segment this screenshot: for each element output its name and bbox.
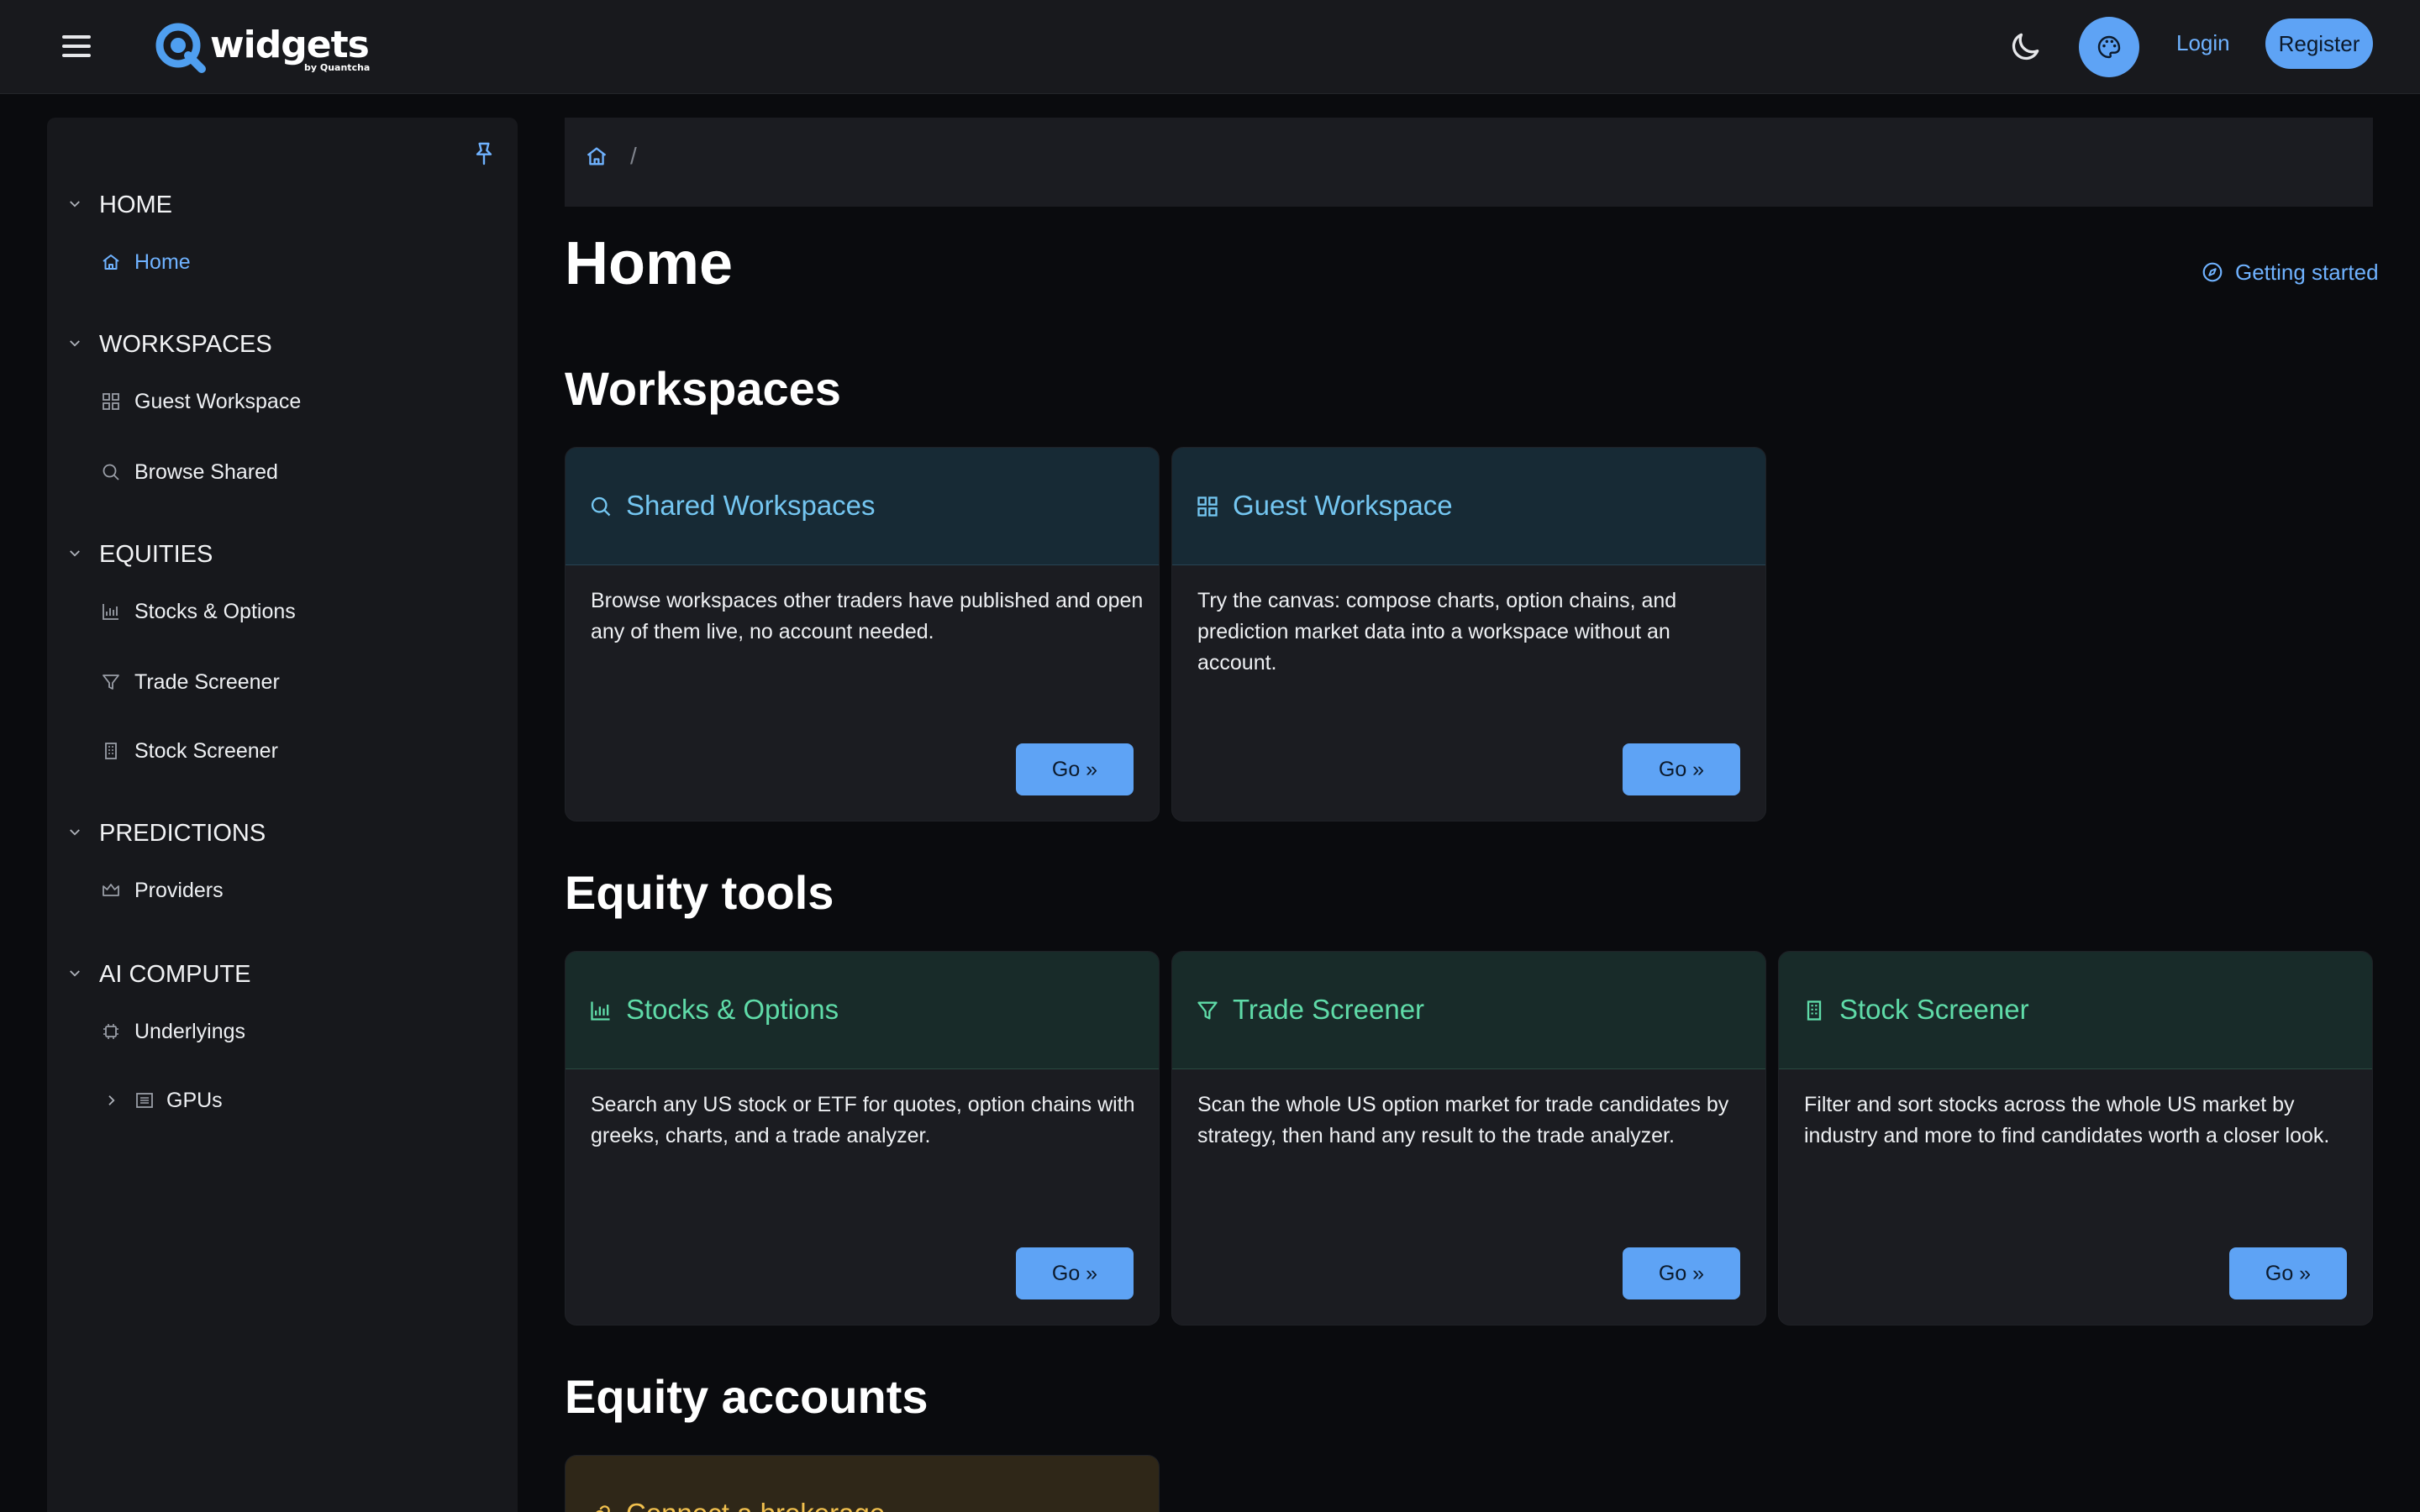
building-icon bbox=[1807, 1000, 1822, 1021]
card-title: Stock Screener bbox=[1839, 994, 2029, 1025]
link-icon bbox=[596, 1505, 610, 1512]
sidebar-section-predictions[interactable]: PREDICTIONS bbox=[47, 815, 518, 852]
sidebar-section-ai-compute[interactable]: AI COMPUTE bbox=[47, 956, 518, 993]
card-description: Scan the whole US option market for trad… bbox=[1197, 1093, 1729, 1147]
moon-icon[interactable] bbox=[2007, 29, 2044, 66]
card-header: Guest Workspace bbox=[1172, 448, 1765, 565]
sidebar-item-stocks-options[interactable]: Stocks & Options bbox=[47, 593, 518, 630]
sidebar: HOME Home WORKSPACES Guest Workspace Bro… bbox=[47, 118, 518, 1512]
sidebar-item-providers[interactable]: Providers bbox=[47, 872, 518, 909]
grid-icon bbox=[103, 393, 119, 410]
section-title-equity-accounts: Equity accounts bbox=[565, 1370, 929, 1423]
sidebar-item-label: Stock Screener bbox=[134, 739, 278, 763]
sidebar-item-browse-shared[interactable]: Browse Shared bbox=[47, 454, 518, 491]
card-shared-workspaces: Shared Workspaces Browse workspaces othe… bbox=[565, 447, 1160, 822]
sidebar-section-title: EQUITIES bbox=[99, 541, 213, 568]
card-title: Stocks & Options bbox=[626, 994, 839, 1025]
palette-button[interactable] bbox=[2079, 17, 2139, 77]
sidebar-section-workspaces[interactable]: WORKSPACES bbox=[47, 326, 518, 363]
card-title: Guest Workspace bbox=[1233, 490, 1453, 521]
sidebar-item-label: Trade Screener bbox=[134, 670, 280, 694]
register-button[interactable]: Register bbox=[2265, 18, 2373, 69]
grid-icon bbox=[1197, 496, 1218, 517]
card-title: Trade Screener bbox=[1233, 994, 1425, 1025]
card-header: Connect a brokerage bbox=[566, 1456, 1159, 1512]
card-description: Filter and sort stocks across the whole … bbox=[1804, 1093, 2330, 1147]
sidebar-item-stock-screener[interactable]: Stock Screener bbox=[47, 732, 518, 769]
section-title-workspaces: Workspaces bbox=[565, 362, 841, 415]
search-icon bbox=[591, 496, 611, 517]
card-guest-workspace: Guest Workspace Try the canvas: compose … bbox=[1171, 447, 1766, 822]
sidebar-section-home[interactable]: HOME bbox=[47, 186, 518, 223]
chevron-down-icon bbox=[70, 201, 80, 207]
card-trade-screener: Trade Screener Scan the whole US option … bbox=[1171, 951, 1766, 1326]
sidebar-item-label: Guest Workspace bbox=[134, 390, 302, 413]
card-connect-brokerage: Connect a brokerage bbox=[565, 1455, 1160, 1512]
page-title: Home bbox=[565, 230, 734, 297]
sidebar-item-label: Stocks & Options bbox=[134, 600, 296, 623]
card-stock-screener: Stock Screener Filter and sort stocks ac… bbox=[1778, 951, 2373, 1326]
sidebar-section-title: WORKSPACES bbox=[99, 331, 272, 358]
sidebar-item-label: Providers bbox=[134, 879, 224, 902]
card-header: Stocks & Options bbox=[566, 952, 1159, 1069]
logo-q-icon bbox=[155, 23, 206, 73]
sidebar-item-guest-workspace[interactable]: Guest Workspace bbox=[47, 383, 518, 420]
pin-icon[interactable] bbox=[471, 139, 497, 168]
bar-chart-icon bbox=[591, 1001, 610, 1021]
sidebar-item-label: Underlyings bbox=[134, 1020, 246, 1043]
section-title-equity-tools: Equity tools bbox=[565, 866, 834, 919]
chip-icon bbox=[103, 1024, 118, 1039]
sidebar-item-gpus[interactable]: GPUs bbox=[47, 1082, 518, 1119]
sidebar-section-equities[interactable]: EQUITIES bbox=[47, 536, 518, 573]
go-button[interactable]: Go » bbox=[1016, 743, 1134, 795]
sidebar-item-trade-screener[interactable]: Trade Screener bbox=[47, 664, 518, 701]
filter-icon bbox=[103, 675, 119, 690]
chevron-down-icon bbox=[70, 829, 80, 836]
logo-subtitle: by Quantcha bbox=[304, 62, 371, 73]
sidebar-item-underlyings[interactable]: Underlyings bbox=[47, 1013, 518, 1050]
card-description: Search any US stock or ETF for quotes, o… bbox=[591, 1093, 1135, 1147]
top-bar: widgets by Quantcha Login Register bbox=[0, 0, 2420, 94]
card-stocks-options: Stocks & Options Search any US stock or … bbox=[565, 951, 1160, 1326]
go-button[interactable]: Go » bbox=[2229, 1247, 2347, 1299]
palette-icon bbox=[2097, 35, 2121, 59]
bar-chart-icon bbox=[103, 604, 118, 620]
breadcrumb-separator: / bbox=[630, 143, 637, 169]
card-header: Stock Screener bbox=[1779, 952, 2372, 1069]
sidebar-item-label: GPUs bbox=[166, 1089, 223, 1112]
card-title: Connect a brokerage bbox=[626, 1496, 885, 1512]
card-header: Shared Workspaces bbox=[566, 448, 1159, 565]
server-icon bbox=[136, 1093, 153, 1108]
sidebar-section-title: AI COMPUTE bbox=[99, 961, 251, 988]
home-icon[interactable] bbox=[585, 144, 608, 168]
logo-text: widgets bbox=[210, 24, 370, 66]
go-button[interactable]: Go » bbox=[1016, 1247, 1134, 1299]
sidebar-item-label: Browse Shared bbox=[134, 460, 278, 484]
card-description: Try the canvas: compose charts, option c… bbox=[1197, 589, 1677, 675]
filter-icon bbox=[1197, 1001, 1218, 1020]
chevron-right-icon[interactable] bbox=[104, 1093, 119, 1108]
home-icon bbox=[103, 255, 119, 270]
crown-icon bbox=[103, 884, 119, 896]
chevron-down-icon bbox=[70, 340, 80, 347]
go-button[interactable]: Go » bbox=[1623, 743, 1740, 795]
search-icon bbox=[103, 464, 119, 480]
sidebar-item-label: Home bbox=[134, 250, 191, 274]
sidebar-section-title: PREDICTIONS bbox=[99, 820, 266, 847]
logo[interactable]: widgets by Quantcha bbox=[155, 20, 373, 76]
compass-icon bbox=[2202, 262, 2223, 282]
building-icon bbox=[105, 743, 117, 759]
go-button[interactable]: Go » bbox=[1623, 1247, 1740, 1299]
login-link[interactable]: Login bbox=[2176, 29, 2230, 57]
sidebar-item-home[interactable]: Home bbox=[47, 244, 518, 281]
breadcrumb: / bbox=[565, 118, 2373, 207]
card-title: Shared Workspaces bbox=[626, 490, 876, 521]
chevron-down-icon bbox=[70, 970, 80, 977]
getting-started-label: Getting started bbox=[2235, 260, 2379, 285]
card-header: Trade Screener bbox=[1172, 952, 1765, 1069]
chevron-down-icon bbox=[70, 550, 80, 557]
menu-icon[interactable] bbox=[62, 34, 91, 59]
sidebar-section-title: HOME bbox=[99, 192, 172, 218]
card-description: Browse workspaces other traders have pub… bbox=[591, 589, 1144, 643]
